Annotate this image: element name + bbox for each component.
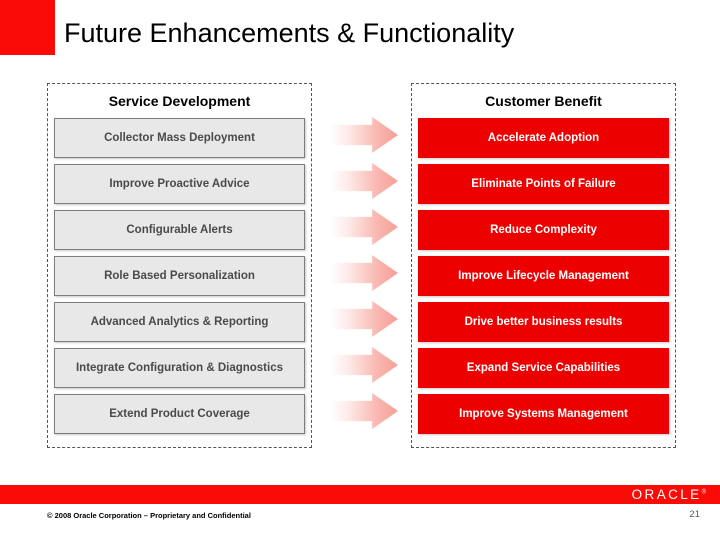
title-accent-swatch — [0, 0, 55, 55]
oracle-logo-text: ORACLE — [631, 487, 702, 502]
service-development-column: Service Development Collector Mass Deplo… — [47, 83, 312, 448]
footer-bar — [0, 485, 720, 504]
service-development-item[interactable]: Integrate Configuration & Diagnostics — [54, 348, 305, 388]
customer-benefit-item[interactable]: Accelerate Adoption — [418, 118, 669, 158]
arrow-right-icon — [330, 255, 398, 291]
customer-benefit-column: Customer Benefit Accelerate Adoption Elim… — [411, 83, 676, 448]
service-development-item[interactable]: Improve Proactive Advice — [54, 164, 305, 204]
customer-benefit-item[interactable]: Improve Lifecycle Management — [418, 256, 669, 296]
arrow-right-icon — [330, 209, 398, 245]
arrow-right-icon — [330, 163, 398, 199]
arrow-right-icon — [330, 301, 398, 337]
right-column-header: Customer Benefit — [485, 93, 602, 109]
registered-mark-icon: ® — [701, 489, 706, 496]
service-development-item[interactable]: Collector Mass Deployment — [54, 118, 305, 158]
oracle-logo: ORACLE® — [632, 487, 706, 502]
page-title: Future Enhancements & Functionality — [64, 18, 515, 48]
left-column-list: Collector Mass Deployment Improve Proacti… — [48, 118, 311, 434]
arrow-right-icon — [330, 117, 398, 153]
customer-benefit-item[interactable]: Drive better business results — [418, 302, 669, 342]
customer-benefit-item[interactable]: Reduce Complexity — [418, 210, 669, 250]
customer-benefit-item[interactable]: Improve Systems Management — [418, 394, 669, 434]
right-column-list: Accelerate Adoption Eliminate Points of F… — [412, 118, 675, 434]
arrow-connectors — [330, 117, 410, 447]
service-development-item[interactable]: Configurable Alerts — [54, 210, 305, 250]
copyright-notice: © 2008 Oracle Corporation – Proprietary … — [47, 511, 251, 520]
service-development-item[interactable]: Extend Product Coverage — [54, 394, 305, 434]
page-number: 21 — [689, 509, 700, 520]
arrow-right-icon — [330, 347, 398, 383]
customer-benefit-item[interactable]: Expand Service Capabilities — [418, 348, 669, 388]
customer-benefit-item[interactable]: Eliminate Points of Failure — [418, 164, 669, 204]
service-development-item[interactable]: Role Based Personalization — [54, 256, 305, 296]
left-column-header: Service Development — [108, 93, 251, 109]
service-development-item[interactable]: Advanced Analytics & Reporting — [54, 302, 305, 342]
arrow-right-icon — [330, 393, 398, 429]
